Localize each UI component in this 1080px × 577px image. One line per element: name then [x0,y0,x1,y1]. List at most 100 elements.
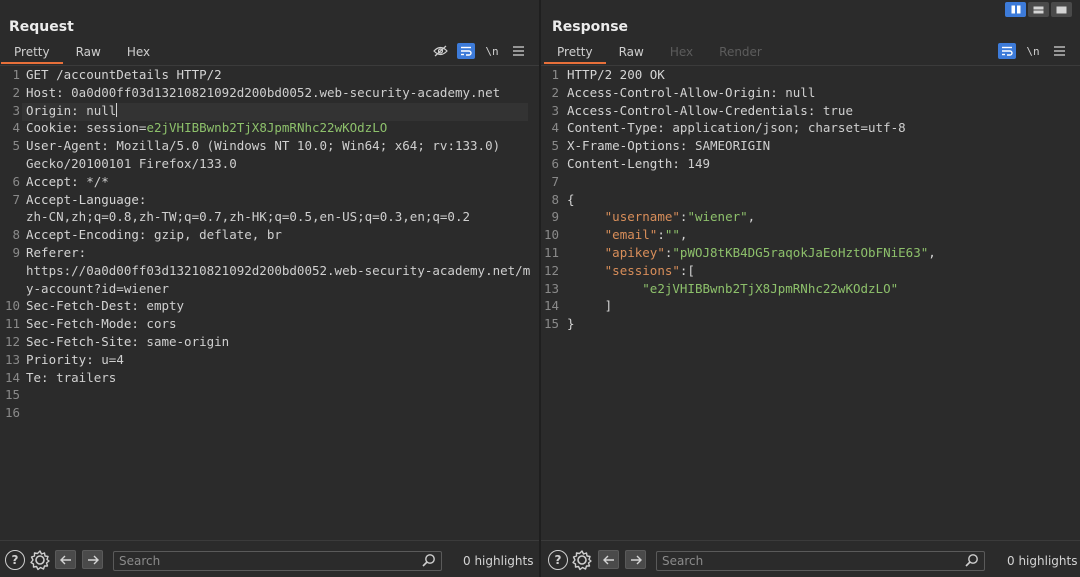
code-token: Access-Control-Allow-Credentials: [567,102,823,118]
tab-raw[interactable]: Raw [606,42,657,64]
code-token: Accept-Language: [26,191,154,207]
tab-hex[interactable]: Hex [114,42,163,64]
code-token: "" [664,227,680,243]
line-number: 15 [543,316,559,332]
stacked-layout-icon[interactable] [1028,2,1049,17]
code-line: Origin: null [26,102,531,118]
request-search-bar: ? Search 0 highlights [0,540,539,577]
code-token: "wiener" [687,209,748,225]
code-token: GET /accountDetails HTTP/2 [26,67,222,82]
tabbed-layout-icon[interactable] [1051,2,1072,17]
code-token: Accept-Encoding: [26,227,154,243]
code-token: X-Frame-Options: [567,138,695,154]
code-line: { [567,192,1072,207]
line-number: 13 [4,351,20,367]
code-line: "apikey":"pWOJ8tKB4DG5raqokJaEoHztObFNiE… [567,245,1072,260]
code-token: :[ [679,262,695,278]
newline-toggle[interactable]: \n [483,43,501,59]
line-number: 1 [551,67,559,82]
highlights-count: 0 highlights [463,554,534,568]
line-number: 6 [551,156,559,171]
code-line: X-Frame-Options: SAMEORIGIN [567,138,1072,153]
word-wrap-icon[interactable] [998,43,1016,59]
code-token: Te: [26,369,57,385]
text-cursor [116,102,118,117]
newline-toggle[interactable]: \n [1024,43,1042,59]
code-token: "e2jVHIBBwnb2TjX8JpmRNhc22wKOdzLO" [642,280,899,296]
code-token: Gecko/20100101 Firefox/133.0 [26,156,237,171]
request-search-input[interactable]: Search [113,551,442,571]
search-icon [422,554,435,567]
code-token: "sessions" [604,262,680,278]
code-token: User-Agent: [26,138,117,154]
hide-nonprintable-icon[interactable] [431,43,449,59]
line-number: 10 [4,298,20,314]
code-line: y-account?id=wiener [26,281,531,296]
menu-icon[interactable] [509,43,527,59]
line-number: 11 [4,316,20,332]
previous-button[interactable] [598,550,619,569]
code-token: Referer: [26,245,94,260]
request-title: Request [9,19,74,35]
next-button[interactable] [82,550,103,569]
line-number: 8 [12,227,20,243]
tab-pretty[interactable]: Pretty [544,42,606,64]
line-number: 15 [4,387,20,403]
search-placeholder: Search [662,554,704,568]
code-token: "pWOJ8tKB4DG5raqokJaEoHztObFNiE63" [672,245,929,260]
code-token: "email" [604,227,658,243]
code-token: Content-Length: [567,156,688,171]
code-line: Host: 0a0d00ff03d13210821092d200bd0052.w… [26,85,531,100]
code-token: "username" [604,209,680,225]
code-token: Access-Control-Allow-Origin: [567,84,786,100]
line-number: 10 [543,227,559,243]
tab-hex[interactable]: Hex [657,42,706,64]
response-search-input[interactable]: Search [656,551,985,571]
line-number: 9 [12,245,20,260]
response-editor[interactable]: 1 HTTP/2 200 OK 2 Access-Control-Allow-Orig… [541,65,1080,540]
code-token: Origin: [26,102,87,118]
line-number: 5 [551,138,559,154]
request-editor[interactable]: 1 GET /accountDetails HTTP/2 2 Host: 0a0d00… [0,65,539,540]
help-icon[interactable]: ? [548,550,568,570]
code-line: "sessions":[ [567,263,1072,278]
code-token: Content-Type: [567,120,673,136]
code-line: Content-Type: application/json; charset=… [567,120,1072,135]
tab-render[interactable]: Render [706,42,775,64]
settings-icon[interactable] [571,549,593,575]
tab-raw[interactable]: Raw [63,42,114,64]
code-line: "username":"wiener", [567,209,1072,224]
code-token: true [822,102,853,118]
code-token: , [679,227,688,243]
code-line: Accept-Language: [26,192,531,207]
next-button[interactable] [625,550,646,569]
word-wrap-icon[interactable] [457,43,475,59]
line-number: 14 [4,369,20,385]
request-tabs: Pretty Raw Hex [1,42,163,64]
code-line: Priority: u=4 [26,352,531,367]
side-by-side-layout-icon[interactable] [1005,2,1026,17]
line-number: 2 [551,84,559,100]
code-line: "email":"", [567,227,1072,242]
line-number: 8 [551,191,559,207]
line-number: 12 [543,262,559,278]
code-token: Sec-Fetch-Mode: [26,316,147,332]
settings-icon[interactable] [29,549,51,575]
previous-button[interactable] [55,550,76,569]
help-icon[interactable]: ? [5,550,25,570]
code-token: 0a0d00ff03d13210821092d200bd0052.web-sec… [71,84,501,100]
code-token: null [785,84,816,100]
tab-pretty[interactable]: Pretty [1,42,63,64]
code-token: { [567,191,575,207]
line-number: 4 [551,120,559,136]
response-pane: Response Pretty Raw Hex Render \n 1 HTTP/2 2… [541,0,1080,577]
menu-icon[interactable] [1050,43,1068,59]
code-line: Sec-Fetch-Mode: cors [26,316,531,331]
code-token: : [657,227,665,243]
code-token: y-account?id=wiener [26,280,169,296]
line-number: 7 [12,191,20,207]
